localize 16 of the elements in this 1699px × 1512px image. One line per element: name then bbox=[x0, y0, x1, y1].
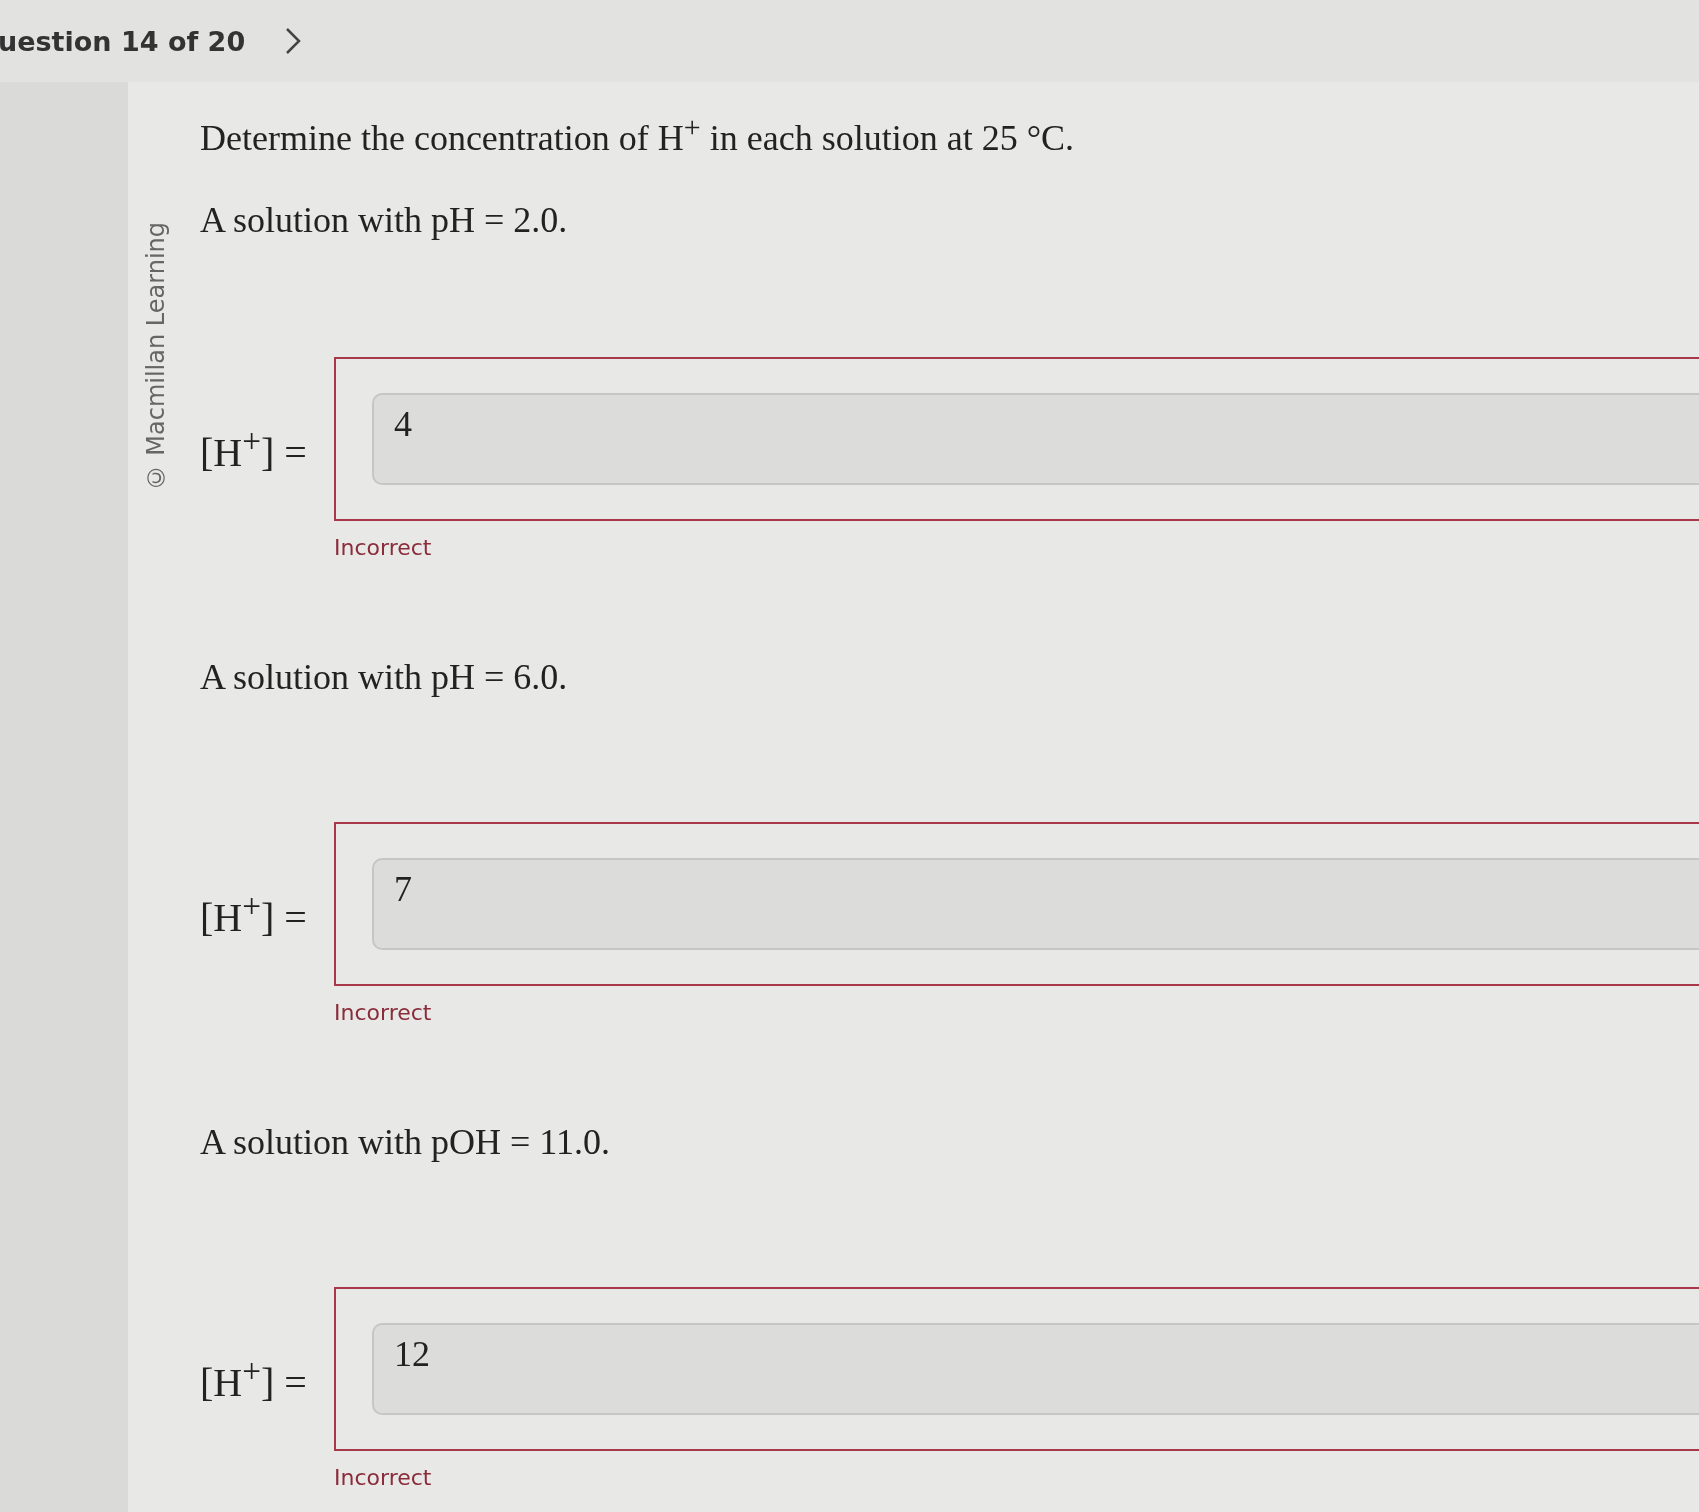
part-prompt: A solution with pOH = 11.0. bbox=[200, 1121, 611, 1163]
part-prompt: A solution with pH = 6.0. bbox=[200, 656, 569, 698]
answer-field[interactable]: 12 bbox=[372, 1323, 1699, 1415]
answer-label: [H$^{+}$] = bbox=[200, 420, 308, 477]
answer-field[interactable]: 4 bbox=[372, 393, 1699, 485]
chevron-right-icon[interactable] bbox=[285, 27, 302, 55]
feedback-text: Incorrect bbox=[334, 535, 432, 560]
feedback-text: Incorrect bbox=[334, 1000, 432, 1025]
copyright-text: © Macmillan Learning bbox=[142, 222, 170, 492]
answer-label: [H$^{+}$] = bbox=[200, 885, 308, 942]
answer-label: [H$^{+}$] = bbox=[200, 1350, 308, 1407]
question-text: Determine the concentration of H$^{+}$ in each solution at 25 °C. bbox=[200, 110, 1076, 159]
feedback-text: Incorrect bbox=[334, 1465, 432, 1490]
question-counter: uestion 14 of 20 bbox=[0, 25, 246, 57]
answer-field[interactable]: 7 bbox=[372, 858, 1699, 950]
part-prompt: A solution with pH = 2.0. bbox=[200, 199, 569, 241]
